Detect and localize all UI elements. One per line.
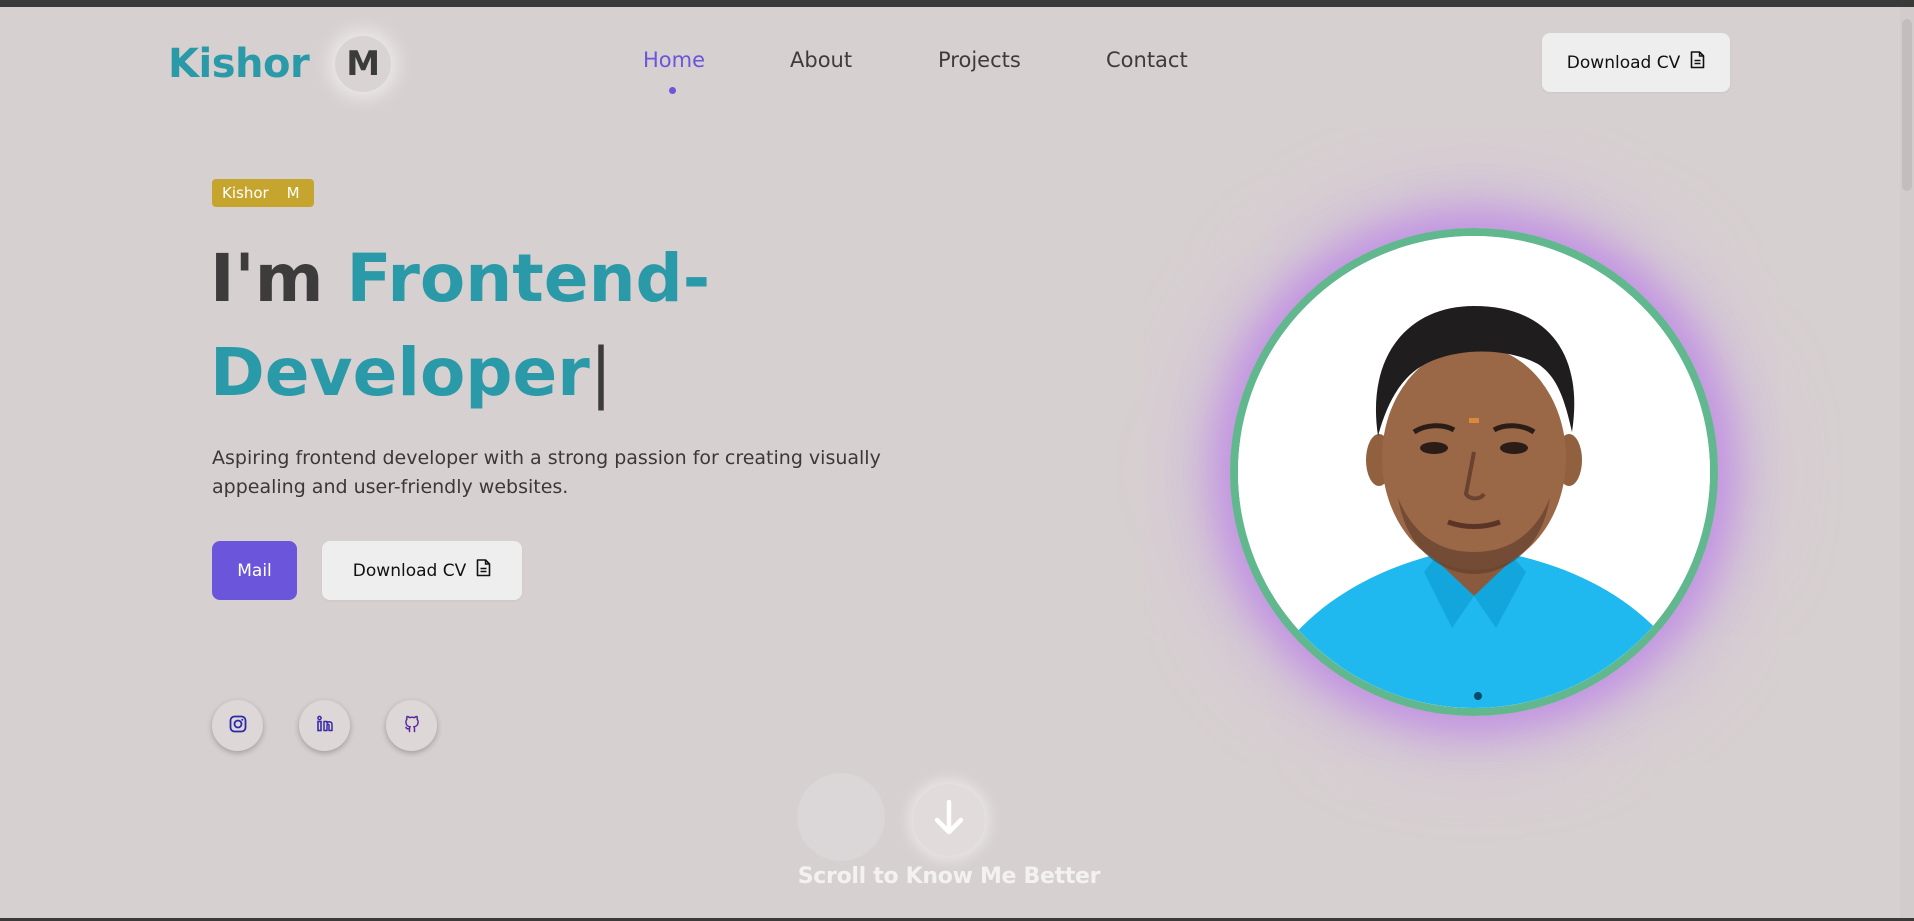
scrollbar-thumb[interactable] bbox=[1902, 19, 1912, 191]
hero-download-cv-label: Download CV bbox=[352, 560, 467, 581]
nav-download-cv-label: Download CV bbox=[1566, 52, 1681, 73]
nav-link-projects[interactable]: Projects bbox=[938, 48, 1021, 72]
name-badge: Kishor M bbox=[212, 179, 314, 207]
brand-name: Kishor bbox=[168, 41, 310, 87]
profile-photo-illustration bbox=[1238, 236, 1710, 708]
active-nav-indicator bbox=[669, 87, 676, 94]
nav-download-cv-button[interactable]: Download CV bbox=[1542, 33, 1730, 92]
instagram-button[interactable] bbox=[212, 700, 263, 751]
instagram-icon bbox=[228, 714, 248, 738]
badge-initial: M bbox=[286, 184, 300, 202]
document-icon bbox=[476, 559, 491, 582]
github-button[interactable] bbox=[386, 700, 437, 751]
brand-logo[interactable]: Kishor M bbox=[168, 36, 392, 92]
scroll-prompt-text: Scroll to Know Me Better bbox=[797, 864, 1101, 889]
typing-cursor: | bbox=[589, 334, 613, 411]
arrow-down-icon bbox=[932, 799, 966, 841]
github-icon bbox=[402, 714, 422, 738]
hero-description: Aspiring frontend developer with a stron… bbox=[212, 447, 881, 498]
scroll-decor-circle bbox=[797, 773, 885, 861]
nav-link-contact[interactable]: Contact bbox=[1106, 48, 1188, 72]
brand-initial: M bbox=[335, 36, 392, 92]
profile-photo-glow bbox=[1230, 228, 1718, 716]
profile-photo bbox=[1230, 228, 1718, 716]
mail-button[interactable]: Mail bbox=[212, 541, 297, 600]
badge-first-name: Kishor bbox=[222, 184, 269, 202]
document-icon bbox=[1690, 51, 1705, 74]
browser-top-edge bbox=[0, 0, 1914, 7]
linkedin-button[interactable] bbox=[299, 700, 350, 751]
nav-link-about[interactable]: About bbox=[790, 48, 852, 72]
headline-prefix: I'm bbox=[210, 240, 347, 317]
linkedin-icon bbox=[315, 714, 335, 738]
page-scrollbar[interactable] bbox=[1900, 7, 1914, 918]
nav-link-home[interactable]: Home bbox=[643, 48, 705, 72]
hero-headline: I'm Frontend-Developer| bbox=[210, 232, 950, 420]
hero-download-cv-button[interactable]: Download CV bbox=[322, 541, 522, 600]
scroll-down-button[interactable] bbox=[913, 784, 985, 856]
